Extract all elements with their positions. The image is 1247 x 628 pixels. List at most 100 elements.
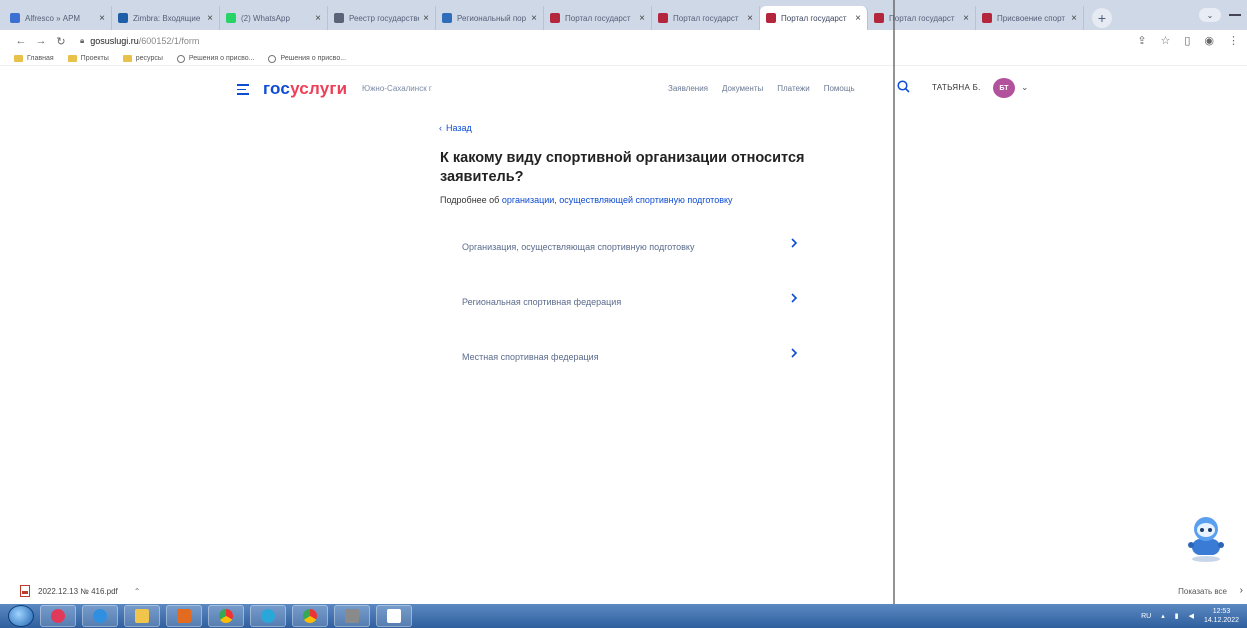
tab-title: Портал государст (673, 13, 739, 23)
tab-favicon-icon (442, 13, 452, 23)
chevron-right-icon (791, 238, 798, 248)
bookmark-label: Главная (27, 55, 54, 62)
tab-close-icon[interactable]: × (423, 13, 429, 24)
taskbar-app-9[interactable] (334, 605, 370, 627)
taskbar-app-1[interactable] (40, 605, 76, 627)
download-item[interactable]: 2022.12.13 № 416.pdf (38, 587, 118, 596)
browser-tab[interactable]: (2) WhatsApp × (220, 6, 328, 30)
tab-close-icon[interactable]: × (1071, 13, 1077, 24)
robot-assistant-icon[interactable] (1186, 515, 1226, 563)
gosuslugi-logo[interactable]: госуслуги (263, 79, 347, 99)
hamburger-menu-icon[interactable] (237, 84, 249, 98)
folder-icon (14, 55, 23, 62)
page-title: К какому виду спортивной организации отн… (440, 150, 805, 185)
app-icon (51, 609, 65, 623)
tab-close-icon[interactable]: × (855, 13, 861, 24)
start-button[interactable] (8, 605, 34, 627)
top-nav-link[interactable]: Документы (722, 84, 763, 93)
side-panel-icon[interactable]: ▯ (1184, 34, 1190, 47)
site-header: госуслуги Южно-Сахалинск г Заявления Доку… (0, 68, 1247, 108)
browser-menu-icon[interactable]: ⋮ (1228, 34, 1239, 47)
new-tab-button[interactable]: + (1092, 8, 1112, 28)
back-label: Назад (446, 123, 472, 133)
volume-icon[interactable]: ◀ (1189, 612, 1194, 620)
browser-tab[interactable]: Zimbra: Входящие × (112, 6, 220, 30)
tab-search-button[interactable]: ⌄ (1199, 8, 1221, 22)
help-text-prefix: Подробнее об (440, 195, 502, 205)
browser-tab[interactable]: Портал государст × (544, 6, 652, 30)
taskbar-word[interactable] (376, 605, 412, 627)
chevron-up-icon[interactable]: ⌃ (134, 587, 141, 596)
folder-icon (67, 55, 77, 62)
bookmark-label: Проекты (80, 55, 109, 62)
option-regional-federation[interactable]: Региональная спортивная федерация (440, 279, 810, 325)
url-field[interactable]: gosuslugi.ru/600152/1/form (90, 36, 199, 46)
bookmark-item[interactable]: Главная (14, 55, 54, 62)
logo-part-2: услуги (290, 79, 348, 98)
back-link[interactable]: ‹ Назад (439, 123, 472, 133)
top-nav-link[interactable]: Заявления (668, 84, 708, 93)
option-sport-training-organization[interactable]: Организация, осуществляющая спортивную п… (440, 224, 810, 270)
tab-favicon-icon (118, 13, 128, 23)
avatar[interactable]: БТ (993, 78, 1015, 98)
pdf-file-icon (20, 585, 30, 597)
profile-icon[interactable]: ◉ (1204, 34, 1214, 47)
taskbar-chrome-2[interactable] (292, 605, 328, 627)
logo-part-1: гос (263, 79, 291, 98)
tab-close-icon[interactable]: × (747, 13, 753, 24)
taskbar-media[interactable] (166, 605, 202, 627)
browser-tab[interactable]: Портал государст × (868, 6, 976, 30)
user-name[interactable]: ТАТЬЯНА Б. (932, 83, 981, 92)
tab-title: Портал государст (565, 13, 631, 23)
tab-close-icon[interactable]: × (99, 13, 105, 24)
tab-title: Реестр государстве (349, 13, 420, 23)
forward-nav-icon[interactable]: → (34, 35, 48, 47)
tab-close-icon[interactable]: × (639, 13, 645, 24)
show-all-downloads-button[interactable]: Показать все (1178, 587, 1227, 596)
lock-icon[interactable]: 🔒︎ (80, 36, 84, 46)
tab-close-icon[interactable]: × (531, 13, 537, 24)
clock[interactable]: 12:53 14.12.2022 (1204, 607, 1239, 625)
tray-arrow-icon[interactable]: ▴ (1161, 612, 1165, 620)
browser-tab[interactable]: Портал государст × (760, 6, 868, 30)
top-nav-link[interactable]: Помощь (824, 84, 855, 93)
taskbar-app-7[interactable] (250, 605, 286, 627)
help-link[interactable]: организации, осуществляющей спортивную п… (502, 195, 733, 205)
chevron-down-icon[interactable]: ⌄ (1021, 82, 1029, 93)
tab-title: (2) WhatsApp (241, 13, 290, 23)
browser-tab[interactable]: Alfresco » АРМ × (4, 6, 112, 30)
taskbar-explorer[interactable] (124, 605, 160, 627)
region-selector[interactable]: Южно-Сахалинск г (362, 84, 432, 93)
back-nav-icon[interactable]: ← (14, 35, 28, 47)
url-path: /600152/1/form (138, 36, 200, 46)
share-icon[interactable]: ⇪ (1137, 34, 1146, 47)
close-icon[interactable]: › (1240, 585, 1243, 596)
network-icon[interactable]: ▮ (1175, 612, 1179, 620)
browser-tab[interactable]: Реестр государстве × (328, 6, 436, 30)
bookmark-item[interactable]: Проекты (67, 55, 109, 62)
option-label: Местная спортивная федерация (462, 352, 599, 362)
language-indicator[interactable]: RU (1141, 613, 1151, 620)
bookmark-item[interactable]: ресурсы (122, 55, 163, 62)
bookmark-item[interactable]: Решения о присво... (268, 54, 346, 63)
taskbar-ie[interactable] (82, 605, 118, 627)
search-icon[interactable] (897, 80, 910, 98)
tab-close-icon[interactable]: × (315, 13, 321, 24)
windows-taskbar: RU ▴ ▮ ◀ 12:53 14.12.2022 (0, 604, 1247, 628)
clock-time: 12:53 (1212, 608, 1231, 615)
app-icon (261, 609, 275, 623)
browser-tab[interactable]: Портал государст × (652, 6, 760, 30)
tab-close-icon[interactable]: × (207, 13, 213, 24)
option-local-federation[interactable]: Местная спортивная федерация (440, 334, 810, 380)
reload-icon[interactable]: ↻ (54, 35, 68, 48)
browser-tab[interactable]: Присвоение спорт × (976, 6, 1084, 30)
taskbar-chrome[interactable] (208, 605, 244, 627)
browser-tab-strip: Alfresco » АРМ × Zimbra: Входящие × (2) What… (0, 0, 1247, 30)
top-nav-link[interactable]: Платежи (777, 84, 809, 93)
browser-tab[interactable]: Региональный пор × (436, 6, 544, 30)
star-bookmark-icon[interactable]: ☆ (1160, 34, 1170, 47)
tab-close-icon[interactable]: × (963, 13, 969, 24)
minimize-icon[interactable] (1229, 14, 1241, 16)
folder-icon (135, 609, 149, 623)
bookmark-item[interactable]: Решения о присво... (176, 54, 254, 63)
